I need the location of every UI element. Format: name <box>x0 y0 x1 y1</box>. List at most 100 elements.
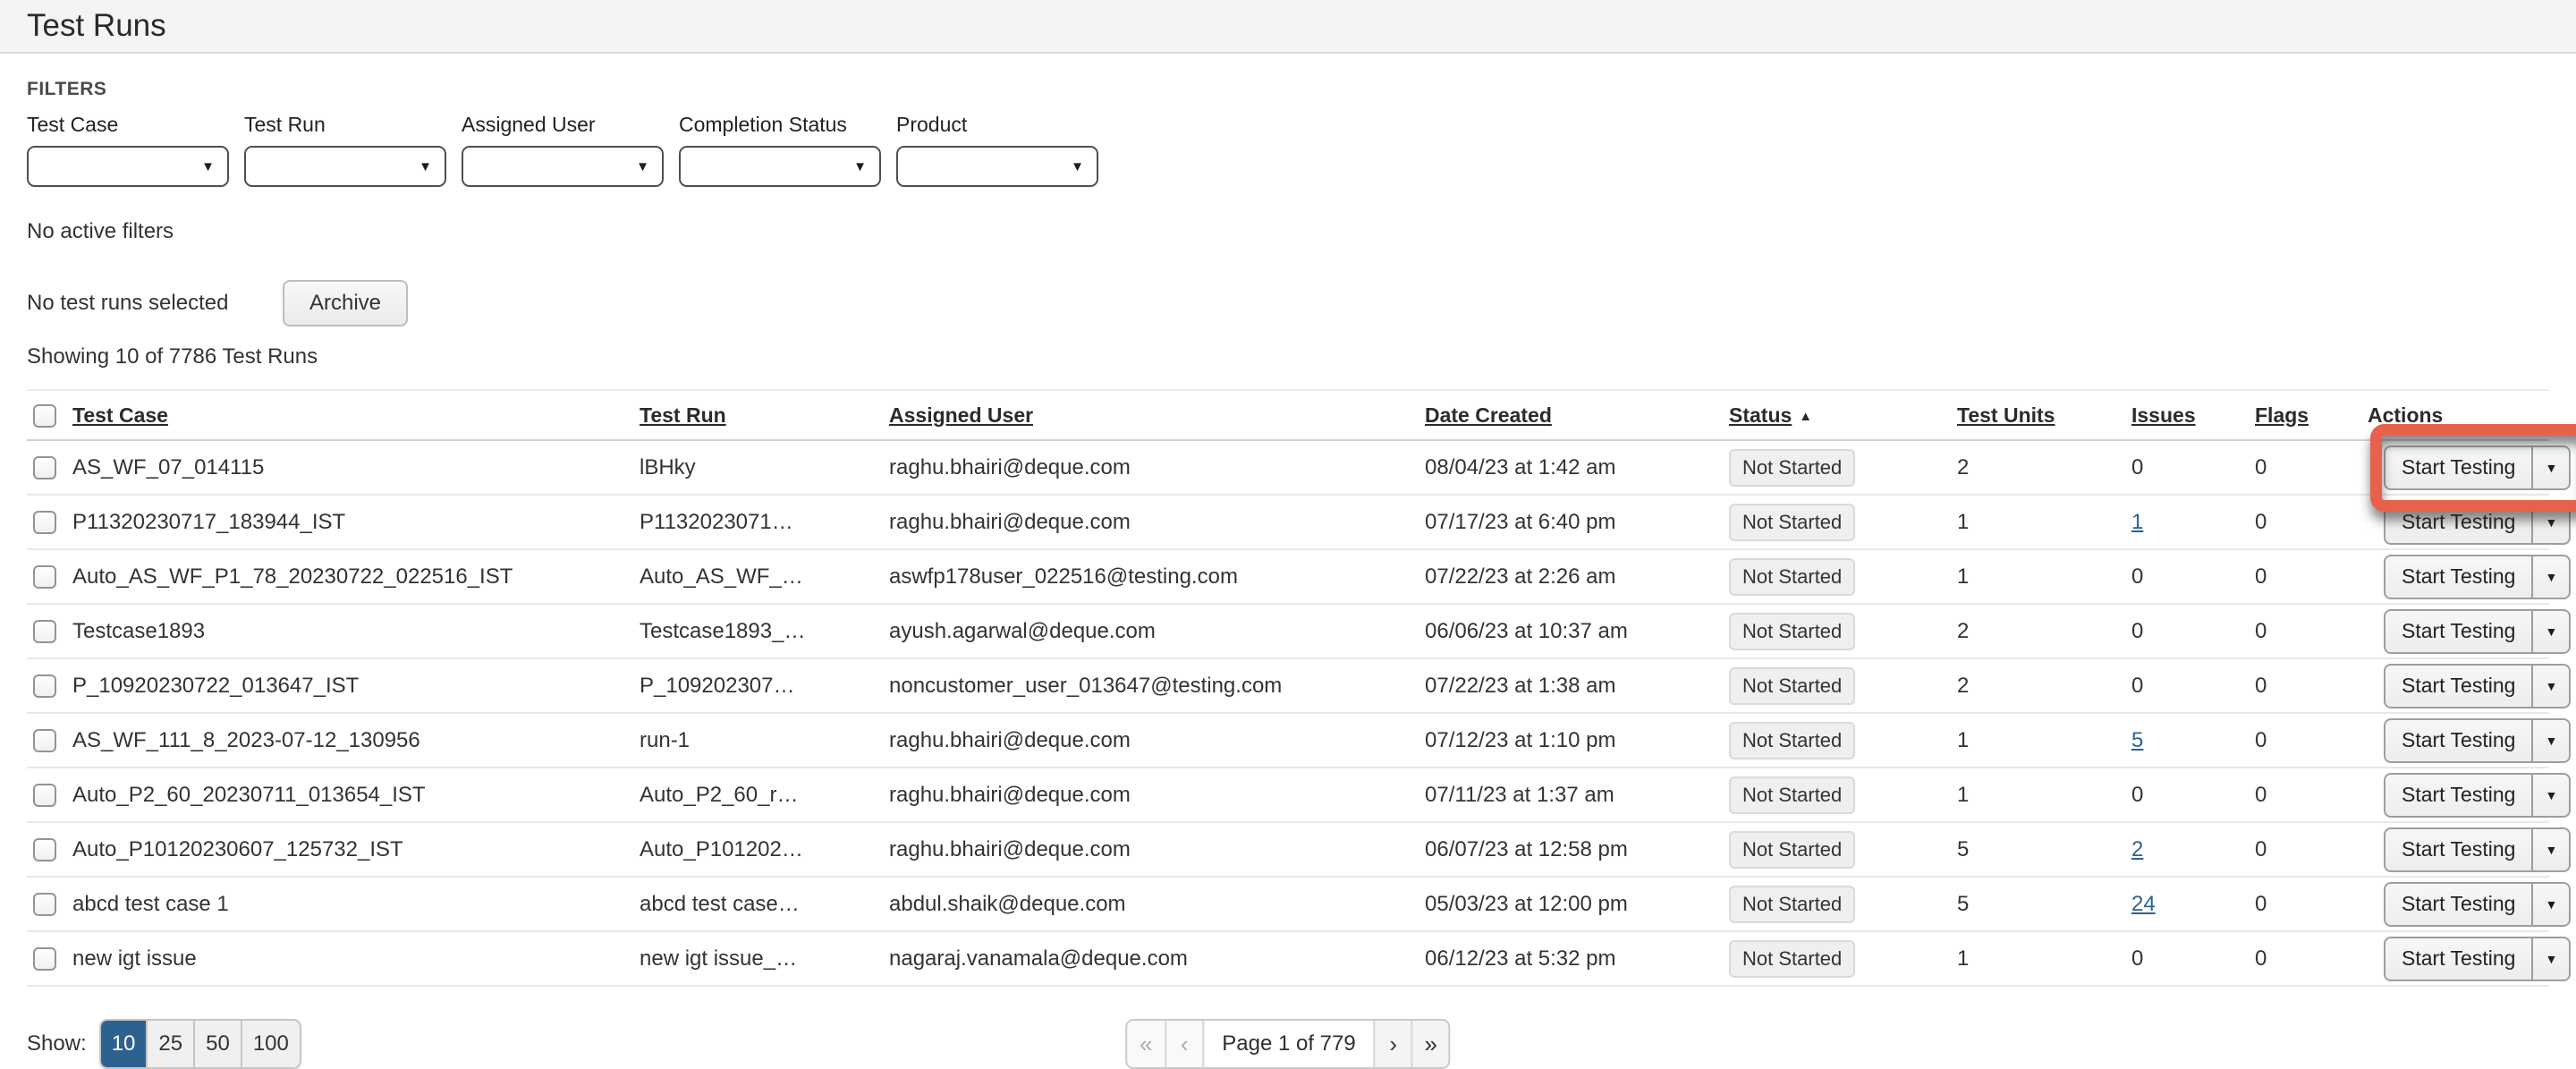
table-row: new igt issuenew igt issue_…nagaraj.vana… <box>27 931 2549 986</box>
test-units-cell: 1 <box>1951 549 2125 604</box>
issues-count-link[interactable]: 24 <box>2131 892 2156 916</box>
column-header-label[interactable]: Flags <box>2255 403 2309 427</box>
row-select-cell <box>27 931 66 986</box>
start-testing-button[interactable]: Start Testing▼ <box>2384 609 2571 654</box>
test-case-cell: abcd test case 1 <box>66 877 633 931</box>
filter-select-assigned-user[interactable]: ▼ <box>462 146 664 187</box>
date-created-cell: 06/07/23 at 12:58 pm <box>1419 822 1723 877</box>
row-checkbox[interactable] <box>33 784 56 807</box>
row-checkbox[interactable] <box>33 456 56 479</box>
start-testing-button[interactable]: Start Testing▼ <box>2384 555 2571 599</box>
assigned-user-cell: raghu.bhairi@deque.com <box>883 713 1419 768</box>
issues-count-link[interactable]: 2 <box>2131 837 2143 861</box>
actions-cell: Start Testing▼ <box>2361 604 2549 658</box>
start-testing-dropdown-toggle[interactable]: ▼ <box>2531 556 2569 598</box>
issues-cell: 0 <box>2125 440 2249 495</box>
row-checkbox[interactable] <box>33 620 56 643</box>
actions-wrap: Start Testing▼ <box>2384 937 2571 981</box>
issues-cell: 2 <box>2125 822 2249 877</box>
row-checkbox[interactable] <box>33 893 56 916</box>
issues-count-link[interactable]: 5 <box>2131 728 2143 752</box>
page-size-50-button[interactable]: 50 <box>193 1021 241 1067</box>
row-select-cell <box>27 713 66 768</box>
filter-label: Completion Status <box>679 113 881 137</box>
page-size-100-button[interactable]: 100 <box>241 1021 300 1067</box>
column-header-label[interactable]: Date Created <box>1425 403 1552 427</box>
last-page-button[interactable]: » <box>1411 1021 1449 1067</box>
page-size-10-button[interactable]: 10 <box>101 1021 147 1067</box>
row-select-cell <box>27 549 66 604</box>
filter-select-completion-status[interactable]: ▼ <box>679 146 881 187</box>
next-page-button[interactable]: › <box>1374 1021 1411 1067</box>
assigned-user-cell: raghu.bhairi@deque.com <box>883 495 1419 549</box>
flags-cell: 0 <box>2249 440 2361 495</box>
start-testing-dropdown-toggle[interactable]: ▼ <box>2531 938 2569 980</box>
column-header-label[interactable]: Assigned User <box>889 403 1033 427</box>
page-size-25-button[interactable]: 25 <box>146 1021 193 1067</box>
row-checkbox[interactable] <box>33 511 56 534</box>
column-header-label[interactable]: Test Run <box>640 403 726 427</box>
issues-cell: 0 <box>2125 658 2249 713</box>
actions-wrap: Start Testing▼ <box>2384 773 2571 818</box>
column-header-flags: Flags <box>2249 390 2361 440</box>
test-run-cell: abcd test case… <box>633 877 883 931</box>
start-testing-button-label: Start Testing <box>2385 829 2531 870</box>
page-indicator: Page 1 of 779 <box>1202 1021 1373 1067</box>
filter-select-test-run[interactable]: ▼ <box>244 146 446 187</box>
issues-cell: 5 <box>2125 713 2249 768</box>
row-checkbox[interactable] <box>33 838 56 861</box>
start-testing-dropdown-toggle[interactable]: ▼ <box>2531 775 2569 816</box>
start-testing-button[interactable]: Start Testing▼ <box>2384 718 2571 763</box>
test-run-cell: lBHky <box>633 440 883 495</box>
row-select-cell <box>27 495 66 549</box>
flags-cell: 0 <box>2249 549 2361 604</box>
status-badge: Not Started <box>1729 722 1855 759</box>
test-run-cell: Auto_P2_60_r… <box>633 768 883 822</box>
row-checkbox[interactable] <box>33 729 56 752</box>
assigned-user-cell: raghu.bhairi@deque.com <box>883 768 1419 822</box>
start-testing-button[interactable]: Start Testing▼ <box>2384 937 2571 981</box>
status-badge: Not Started <box>1729 613 1855 650</box>
date-created-cell: 07/22/23 at 2:26 am <box>1419 549 1723 604</box>
date-created-cell: 06/12/23 at 5:32 pm <box>1419 931 1723 986</box>
start-testing-button[interactable]: Start Testing▼ <box>2384 773 2571 818</box>
filter-select-test-case[interactable]: ▼ <box>27 146 229 187</box>
start-testing-button[interactable]: Start Testing▼ <box>2384 500 2571 545</box>
issues-count-link[interactable]: 1 <box>2131 510 2143 534</box>
first-page-button[interactable]: « <box>1127 1021 1165 1067</box>
start-testing-dropdown-toggle[interactable]: ▼ <box>2531 611 2569 652</box>
start-testing-button[interactable]: Start Testing▼ <box>2384 664 2571 708</box>
row-checkbox[interactable] <box>33 674 56 698</box>
start-testing-button[interactable]: Start Testing▼ <box>2384 882 2571 927</box>
previous-page-button[interactable]: ‹ <box>1165 1021 1202 1067</box>
actions-wrap: Start Testing▼ <box>2384 718 2571 763</box>
start-testing-dropdown-toggle[interactable]: ▼ <box>2531 829 2569 870</box>
column-header-label[interactable]: Status <box>1729 403 1792 427</box>
test-units-cell: 2 <box>1951 604 2125 658</box>
start-testing-button[interactable]: Start Testing▼ <box>2384 827 2571 872</box>
column-header-label[interactable]: Test Units <box>1957 403 2055 427</box>
start-testing-dropdown-toggle[interactable]: ▼ <box>2531 666 2569 707</box>
start-testing-dropdown-toggle[interactable]: ▼ <box>2531 720 2569 761</box>
column-header-label[interactable]: Test Case <box>72 403 168 427</box>
column-header-label[interactable]: Issues <box>2131 403 2196 427</box>
filter-select-product[interactable]: ▼ <box>896 146 1098 187</box>
assigned-user-cell: abdul.shaik@deque.com <box>883 877 1419 931</box>
row-checkbox[interactable] <box>33 947 56 971</box>
start-testing-dropdown-toggle[interactable]: ▼ <box>2531 447 2569 488</box>
actions-cell: Start Testing▼ <box>2361 549 2549 604</box>
row-select-cell <box>27 768 66 822</box>
actions-wrap: Start Testing▼ <box>2384 445 2571 490</box>
assigned-user-cell: raghu.bhairi@deque.com <box>883 440 1419 495</box>
start-testing-dropdown-toggle[interactable]: ▼ <box>2531 884 2569 925</box>
row-checkbox[interactable] <box>33 565 56 589</box>
filter-field-test-case: Test Case▼ <box>27 113 229 187</box>
archive-button[interactable]: Archive <box>283 280 408 327</box>
status-badge: Not Started <box>1729 558 1855 596</box>
test-run-cell: new igt issue_… <box>633 931 883 986</box>
start-testing-button[interactable]: Start Testing▼ <box>2384 445 2571 490</box>
chevron-down-icon: ▼ <box>201 159 215 174</box>
test-run-cell: Auto_AS_WF_… <box>633 549 883 604</box>
start-testing-dropdown-toggle[interactable]: ▼ <box>2531 502 2569 543</box>
select-all-checkbox[interactable] <box>33 404 56 428</box>
